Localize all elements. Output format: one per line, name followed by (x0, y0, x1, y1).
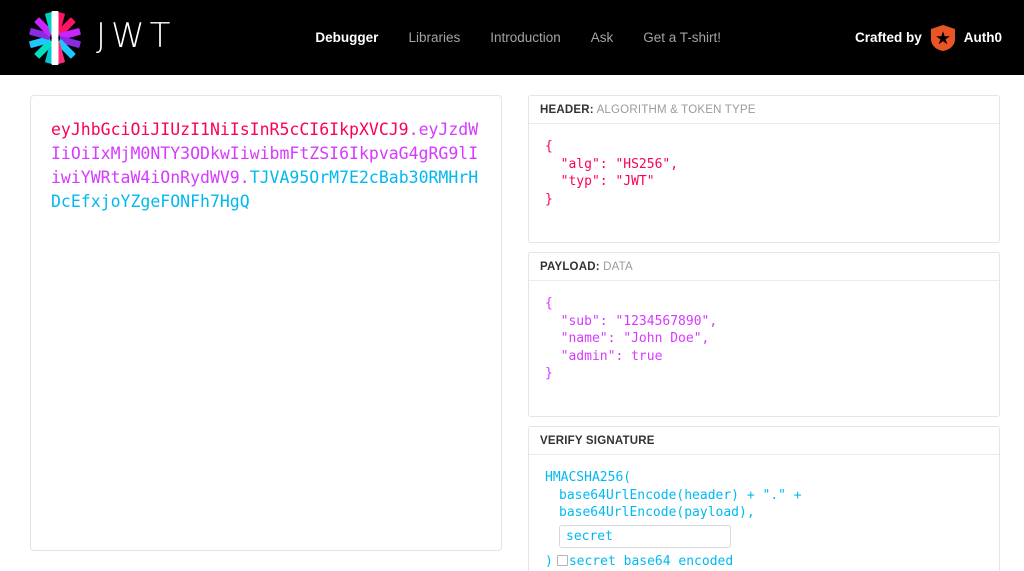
jwt-starburst-icon (28, 10, 82, 65)
decoded-payload-label: PAYLOAD: (540, 261, 600, 273)
decoded-payload-panel: PAYLOAD: DATA { "sub": "1234567890", "na… (528, 252, 1000, 417)
nav-item-ask[interactable]: Ask (591, 30, 614, 45)
decoded-payload-sublabel: DATA (603, 261, 633, 273)
nav-item-debugger[interactable]: Debugger (315, 30, 378, 45)
top-navigation-bar: JWT Debugger Libraries Introduction Ask … (0, 0, 1024, 75)
crafted-by-label: Crafted by (854, 30, 922, 45)
main-content: eyJhbGciOiJIUzI1NiIsInR5cCI6IkpXVCJ9.eyJ… (0, 75, 1024, 571)
decoded-payload-title: PAYLOAD: DATA (529, 253, 999, 281)
signature-line-payload: base64UrlEncode(payload), (559, 505, 755, 521)
logo-text: JWT (96, 16, 176, 56)
decoded-header-label: HEADER: (540, 104, 594, 116)
decoded-payload-json[interactable]: { "sub": "1234567890", "name": "John Doe… (529, 281, 999, 416)
logo-white-bar-top (51, 10, 59, 38)
nav-item-libraries[interactable]: Libraries (408, 30, 460, 45)
base64-encoded-checkbox[interactable] (556, 554, 568, 566)
crafted-by-auth0[interactable]: Crafted by Auth0 (854, 24, 1002, 51)
token-header-segment: eyJhbGciOiJIUzI1NiIsInR5cCI6IkpXVCJ9 (51, 120, 409, 139)
decoded-column: HEADER: ALGORITHM & TOKEN TYPE { "alg": … (528, 95, 1000, 571)
verify-signature-panel: VERIFY SIGNATURE HMACSHA256( base64UrlEn… (528, 426, 1000, 571)
token-separator-2: . (239, 167, 250, 187)
verify-signature-body: HMACSHA256( base64UrlEncode(header) + ".… (529, 455, 999, 571)
verify-signature-label: VERIFY SIGNATURE (540, 435, 655, 447)
main-nav: Debugger Libraries Introduction Ask Get … (315, 30, 721, 45)
token-separator-1: . (408, 120, 419, 139)
encoded-token-text[interactable]: eyJhbGciOiJIUzI1NiIsInR5cCI6IkpXVCJ9.eyJ… (51, 118, 481, 214)
decoded-header-title: HEADER: ALGORITHM & TOKEN TYPE (529, 96, 999, 124)
signature-line-hmac: HMACSHA256( (545, 470, 632, 485)
signature-close-paren: ) (545, 553, 553, 569)
nav-item-get-a-tshirt[interactable]: Get a T-shirt! (643, 30, 721, 45)
nav-item-introduction[interactable]: Introduction (490, 30, 561, 45)
encoded-token-panel[interactable]: eyJhbGciOiJIUzI1NiIsInR5cCI6IkpXVCJ9.eyJ… (30, 95, 502, 551)
decoded-header-sublabel: ALGORITHM & TOKEN TYPE (596, 104, 756, 116)
auth0-shield-icon (930, 24, 955, 51)
decoded-header-panel: HEADER: ALGORITHM & TOKEN TYPE { "alg": … (528, 95, 1000, 243)
logo-white-bar-bottom (51, 37, 59, 65)
verify-signature-title: VERIFY SIGNATURE (529, 427, 999, 455)
signature-line-header: base64UrlEncode(header) + "." + (559, 487, 802, 503)
auth0-brand-label: Auth0 (963, 30, 1002, 45)
secret-input[interactable] (559, 524, 731, 548)
decoded-header-json[interactable]: { "alg": "HS256", "typ": "JWT" } (529, 124, 999, 242)
brand-logo[interactable]: JWT (28, 10, 176, 65)
base64-encoded-label[interactable]: secret base64 encoded (569, 554, 733, 569)
